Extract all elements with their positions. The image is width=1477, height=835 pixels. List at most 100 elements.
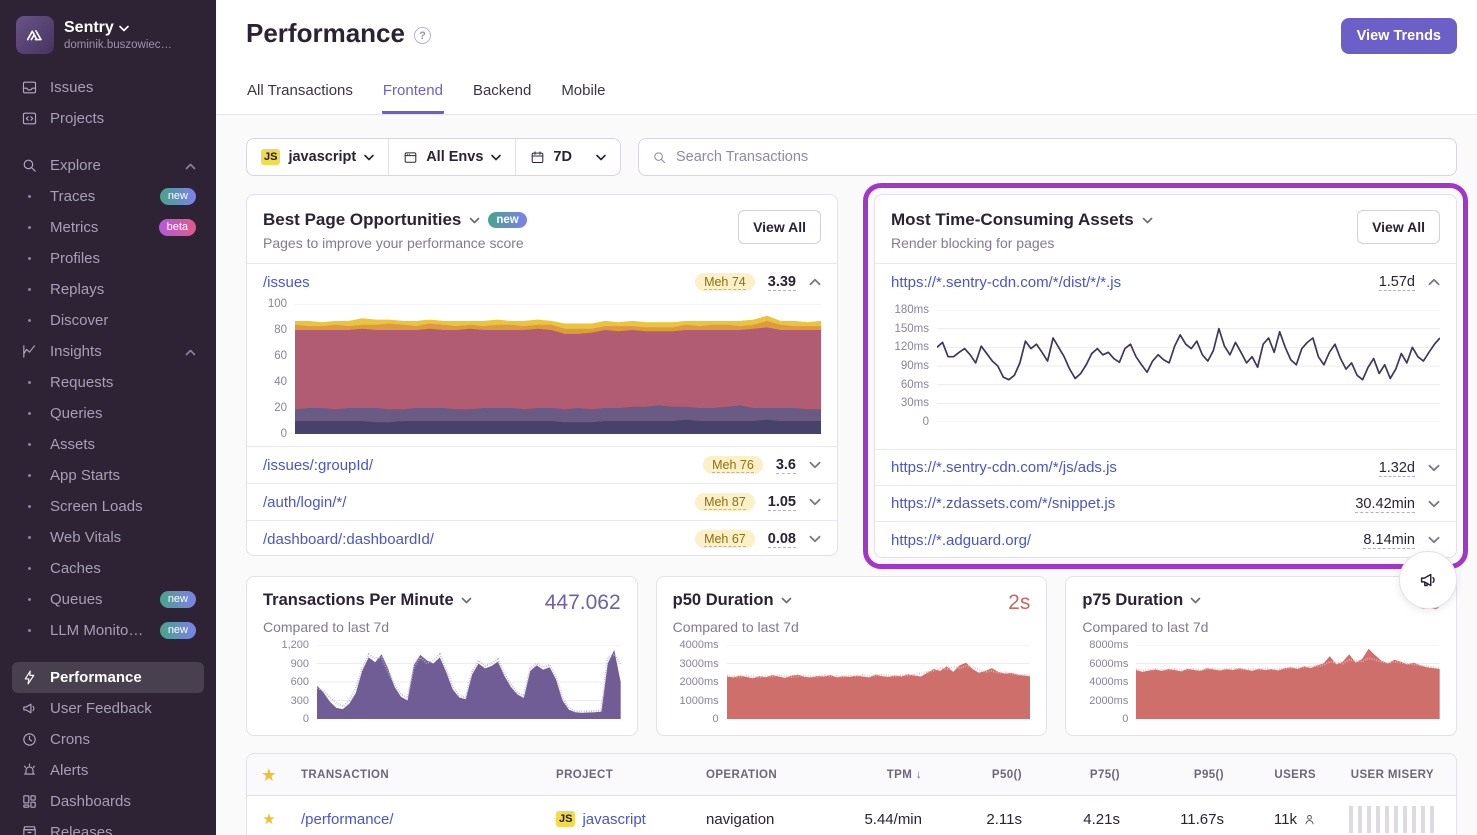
col-p75[interactable]: P75() bbox=[1032, 769, 1130, 781]
opportunity-value: 3.6 bbox=[776, 457, 796, 474]
sidebar-item-caches[interactable]: Caches bbox=[12, 553, 204, 584]
sidebar-item-app-starts[interactable]: App Starts bbox=[12, 460, 204, 491]
chevron-down-icon bbox=[491, 154, 501, 161]
chevron-down-icon[interactable] bbox=[1428, 464, 1440, 472]
sidebar-item-discover[interactable]: Discover bbox=[12, 305, 204, 336]
javascript-logo-icon: JS bbox=[261, 149, 280, 165]
collapse-chevron-icon[interactable] bbox=[185, 343, 196, 360]
project-filter[interactable]: JS javascript bbox=[247, 139, 388, 175]
transaction-link[interactable]: /issues bbox=[263, 274, 310, 291]
star-icon[interactable]: ★ bbox=[247, 810, 291, 828]
score-badge[interactable]: Meh 87 bbox=[695, 493, 755, 511]
sidebar-item-issues[interactable]: Issues bbox=[12, 72, 204, 103]
javascript-logo-icon: JS bbox=[556, 811, 575, 827]
transaction-link[interactable]: /dashboard/:dashboardId/ bbox=[263, 531, 434, 548]
col-user-misery[interactable]: USER MISERY bbox=[1326, 769, 1456, 781]
asset-link[interactable]: https://*.sentry-cdn.com/*/js/ads.js bbox=[891, 459, 1117, 476]
sidebar-item-user-feedback[interactable]: User Feedback bbox=[12, 693, 204, 724]
chevron-down-icon[interactable] bbox=[809, 498, 821, 506]
chevron-down-icon[interactable] bbox=[1428, 536, 1440, 544]
star-icon[interactable]: ★ bbox=[247, 766, 291, 784]
opportunity-value: 3.39 bbox=[768, 274, 796, 291]
transaction-link[interactable]: /performance/ bbox=[301, 811, 394, 828]
sidebar-item-assets[interactable]: Assets bbox=[12, 429, 204, 460]
opportunity-value: 1.05 bbox=[768, 494, 796, 511]
assets-title[interactable]: Most Time-Consuming Assets bbox=[891, 210, 1153, 230]
transaction-link[interactable]: /issues/:groupId/ bbox=[263, 457, 373, 474]
collapse-chevron-icon[interactable] bbox=[185, 157, 196, 174]
assets-view-all-button[interactable]: View All bbox=[1357, 210, 1440, 244]
sidebar-item-screen-loads[interactable]: Screen Loads bbox=[12, 491, 204, 522]
bpo-chart: 100806040200 bbox=[247, 300, 837, 447]
search-input[interactable] bbox=[676, 149, 1443, 165]
sidebar-item-insights[interactable]: Insights bbox=[12, 336, 204, 367]
sidebar-item-explore[interactable]: Explore bbox=[12, 150, 204, 181]
bpo-title[interactable]: Best Page Opportunities new bbox=[263, 210, 527, 230]
tab-mobile[interactable]: Mobile bbox=[560, 74, 606, 114]
col-tpm[interactable]: TPM ↓ bbox=[814, 769, 932, 781]
org-switcher[interactable]: Sentry dominik.buszowiec… bbox=[12, 14, 204, 72]
tpm-title[interactable]: Transactions Per Minute bbox=[263, 591, 472, 610]
help-icon[interactable]: ? bbox=[414, 27, 431, 44]
bpo-view-all-button[interactable]: View All bbox=[738, 210, 821, 244]
table-header: ★ TRANSACTION PROJECT OPERATION TPM ↓ P5… bbox=[247, 754, 1456, 796]
view-trends-button[interactable]: View Trends bbox=[1341, 18, 1457, 54]
col-p50[interactable]: P50() bbox=[932, 769, 1032, 781]
bullet-icon bbox=[20, 567, 38, 570]
window-icon bbox=[403, 150, 418, 165]
chevron-up-icon[interactable] bbox=[809, 278, 821, 286]
search-icon bbox=[652, 150, 667, 165]
chevron-down-icon[interactable] bbox=[1428, 500, 1440, 508]
chevron-down-icon bbox=[1142, 217, 1153, 224]
chevron-up-icon[interactable] bbox=[1428, 278, 1440, 286]
score-badge[interactable]: Meh 74 bbox=[695, 273, 755, 291]
sidebar-item-metrics[interactable]: Metrics beta bbox=[12, 212, 204, 243]
sidebar-item-releases[interactable]: Releases bbox=[12, 817, 204, 835]
chevron-down-icon[interactable] bbox=[809, 461, 821, 469]
sidebar-item-profiles[interactable]: Profiles bbox=[12, 243, 204, 274]
sidebar-item-replays[interactable]: Replays bbox=[12, 274, 204, 305]
sidebar-item-traces[interactable]: Traces new bbox=[12, 181, 204, 212]
p50-subtitle: Compared to last 7d bbox=[673, 619, 1031, 635]
sidebar-item-llm-monitoring[interactable]: LLM Monito… new bbox=[12, 615, 204, 646]
feedback-floating-button[interactable] bbox=[1399, 551, 1457, 609]
bpo-row: /dashboard/:dashboardId/ Meh 67 0.08 bbox=[247, 521, 837, 557]
environment-filter[interactable]: All Envs bbox=[388, 139, 515, 175]
sidebar-item-performance[interactable]: Performance bbox=[12, 662, 204, 693]
date-range-filter[interactable]: 7D bbox=[515, 139, 620, 175]
transaction-link[interactable]: /auth/login/*/ bbox=[263, 494, 346, 511]
opportunity-value: 0.08 bbox=[768, 531, 796, 548]
sidebar-item-requests[interactable]: Requests bbox=[12, 367, 204, 398]
score-badge[interactable]: Meh 67 bbox=[695, 530, 755, 548]
col-p95[interactable]: P95() bbox=[1130, 769, 1234, 781]
bullet-icon bbox=[20, 226, 38, 229]
tab-backend[interactable]: Backend bbox=[472, 74, 532, 114]
sidebar-item-crons[interactable]: Crons bbox=[12, 724, 204, 755]
sidebar-item-web-vitals[interactable]: Web Vitals bbox=[12, 522, 204, 553]
asset-link[interactable]: https://*.adguard.org/ bbox=[891, 532, 1031, 549]
bpo-row: /auth/login/*/ Meh 87 1.05 bbox=[247, 484, 837, 521]
users-cell: 11k bbox=[1234, 811, 1326, 828]
asset-link[interactable]: https://*.zdassets.com/*/snippet.js bbox=[891, 495, 1115, 512]
sidebar-item-alerts[interactable]: Alerts bbox=[12, 755, 204, 786]
score-badge[interactable]: Meh 76 bbox=[703, 456, 763, 474]
sidebar-item-projects[interactable]: Projects bbox=[12, 103, 204, 134]
col-operation[interactable]: OPERATION bbox=[696, 769, 814, 781]
content: JS javascript All Envs 7D bbox=[216, 115, 1477, 835]
col-transaction[interactable]: TRANSACTION bbox=[291, 769, 546, 781]
p75-cell: 4.21s bbox=[1032, 811, 1130, 828]
project-link[interactable]: javascript bbox=[582, 811, 645, 828]
p50-title[interactable]: p50 Duration bbox=[673, 591, 792, 610]
col-project[interactable]: PROJECT bbox=[546, 769, 696, 781]
asset-link[interactable]: https://*.sentry-cdn.com/*/dist/*/*.js bbox=[891, 274, 1121, 291]
col-users[interactable]: USERS bbox=[1234, 769, 1326, 781]
chevron-down-icon[interactable] bbox=[809, 535, 821, 543]
search-bar[interactable] bbox=[638, 138, 1457, 176]
sidebar-item-queues[interactable]: Queues new bbox=[12, 584, 204, 615]
sidebar-item-dashboards[interactable]: Dashboards bbox=[12, 786, 204, 817]
p75-title[interactable]: p75 Duration bbox=[1082, 591, 1201, 610]
sidebar-item-queries[interactable]: Queries bbox=[12, 398, 204, 429]
tab-all-transactions[interactable]: All Transactions bbox=[246, 74, 354, 114]
tab-frontend[interactable]: Frontend bbox=[382, 74, 444, 114]
user-misery-bars bbox=[1326, 806, 1456, 833]
